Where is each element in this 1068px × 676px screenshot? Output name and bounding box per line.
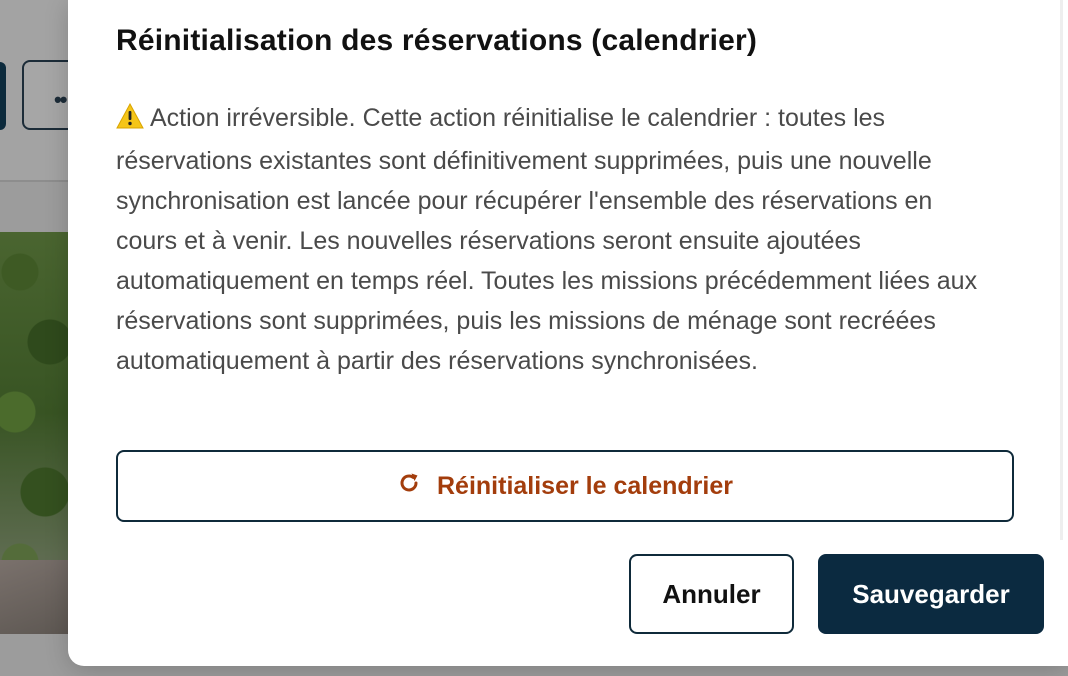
reset-calendar-dialog: Réinitialisation des réservations (calen… <box>68 0 1068 666</box>
warning-text: Action irréversible. Cette action réinit… <box>116 104 978 375</box>
warning-triangle-icon <box>116 101 144 141</box>
dialog-title: Réinitialisation des réservations (calen… <box>116 24 758 57</box>
reset-calendar-button[interactable]: Réinitialiser le calendrier <box>116 450 1014 522</box>
reset-calendar-label: Réinitialiser le calendrier <box>437 471 733 500</box>
refresh-icon <box>397 471 421 502</box>
save-button[interactable]: Sauvegarder <box>818 554 1044 634</box>
background-photo-roof <box>0 560 70 634</box>
more-icon: •• <box>54 87 67 112</box>
warning-message: Action irréversible. Cette action réinit… <box>116 98 996 381</box>
cancel-button[interactable]: Annuler <box>629 554 794 634</box>
background-primary-button <box>0 62 6 130</box>
dialog-scrollbar[interactable] <box>1060 0 1063 540</box>
